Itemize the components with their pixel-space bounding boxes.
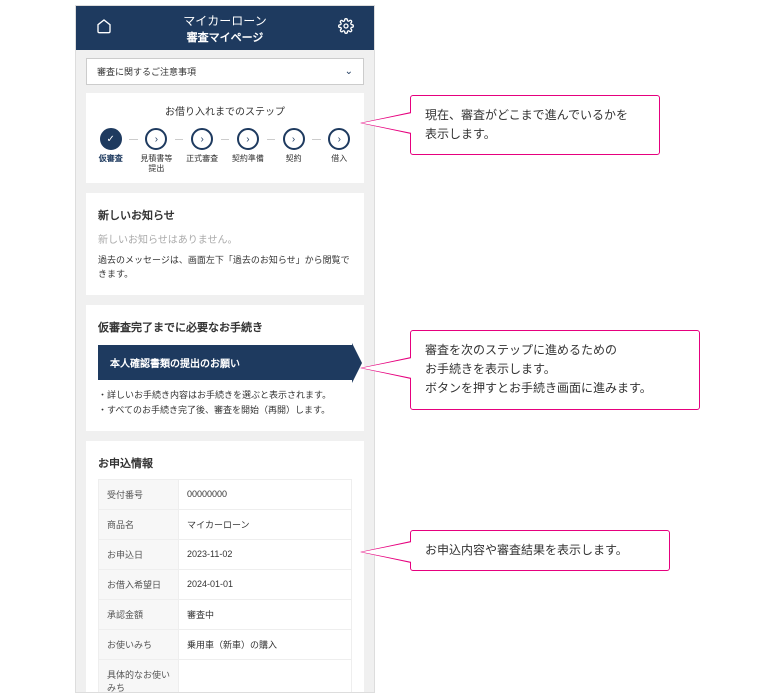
step-label: 借入 — [323, 154, 356, 164]
banner-label: 本人確認書類の提出のお願い — [110, 355, 240, 370]
row-value: 乗用車（新車）の購入 — [179, 629, 352, 659]
row-label: お借入希望日 — [99, 569, 179, 599]
notice-empty: 新しいお知らせはありません。 — [98, 231, 352, 246]
step-item: › 見積書等 提出 — [140, 128, 173, 173]
step-circle: › — [283, 128, 305, 150]
row-label: 具体的なお使いみち — [99, 659, 179, 693]
step-label: 契約 — [277, 154, 310, 164]
step-circle: › — [145, 128, 167, 150]
callout-text: 現在、審査がどこまで進んでいるかを 表示します。 — [425, 108, 628, 141]
step-item: › 契約準備 — [231, 128, 264, 164]
table-row: 具体的なお使いみち — [99, 659, 352, 693]
header-subtitle: 審査マイページ — [76, 29, 374, 45]
row-value — [179, 659, 352, 693]
step-circle: › — [328, 128, 350, 150]
app-info-table: 受付番号00000000商品名マイカーローンお申込日2023-11-02お借入希… — [98, 479, 352, 693]
step-item: › 正式審査 — [185, 128, 218, 164]
notice-past: 過去のメッセージは、画面左下「過去のお知らせ」から閲覧できます。 — [98, 254, 352, 281]
row-value: マイカーローン — [179, 509, 352, 539]
gear-icon[interactable] — [338, 18, 354, 37]
step-item: › 契約 — [277, 128, 310, 164]
step-circle: ✓ — [100, 128, 122, 150]
dropdown-label: 審査に関するご注意事項 — [97, 65, 196, 78]
required-card: 仮審査完了までに必要なお手続き 本人確認書類の提出のお願い ・詳しいお手続き内容… — [86, 305, 364, 431]
callout-text: お申込内容や審査結果を表示します。 — [425, 543, 628, 557]
chevron-down-icon: ⌄ — [345, 66, 353, 77]
step-circle: › — [237, 128, 259, 150]
required-bullets: ・詳しいお手続き内容はお手続きを選ぶと表示されます。・すべてのお手続き完了後、審… — [98, 388, 352, 417]
app-info-heading: お申込情報 — [98, 455, 352, 471]
table-row: お使いみち乗用車（新車）の購入 — [99, 629, 352, 659]
notice-dropdown[interactable]: 審査に関するご注意事項 ⌄ — [86, 58, 364, 85]
callout-text: 審査を次のステップに進めるための お手続きを表示します。 ボタンを押すとお手続き… — [425, 343, 652, 395]
phone-frame: マイカーローン 審査マイページ 審査に関するご注意事項 ⌄ お借り入れまでのステ… — [75, 5, 375, 693]
step-circle: › — [191, 128, 213, 150]
home-icon[interactable] — [96, 18, 112, 37]
app-header: マイカーローン 審査マイページ — [76, 6, 374, 50]
step-label: 正式審査 — [185, 154, 218, 164]
row-value: 審査中 — [179, 599, 352, 629]
required-heading: 仮審査完了までに必要なお手続き — [98, 319, 352, 335]
callout-steps: 現在、審査がどこまで進んでいるかを 表示します。 — [410, 95, 660, 155]
row-label: 受付番号 — [99, 479, 179, 509]
notice-heading: 新しいお知らせ — [98, 207, 352, 223]
row-value: 2023-11-02 — [179, 539, 352, 569]
row-value: 00000000 — [179, 479, 352, 509]
step-label: 契約準備 — [231, 154, 264, 164]
table-row: 受付番号00000000 — [99, 479, 352, 509]
steps-row: ✓ 仮審査 › 見積書等 提出 › 正式審査 › 契約準備 › 契約 › 借入 — [94, 128, 356, 173]
table-row: 商品名マイカーローン — [99, 509, 352, 539]
step-item: ✓ 仮審査 — [94, 128, 127, 164]
row-label: 承認金額 — [99, 599, 179, 629]
row-label: 商品名 — [99, 509, 179, 539]
app-info-card: お申込情報 受付番号00000000商品名マイカーローンお申込日2023-11-… — [86, 441, 364, 693]
callout-required: 審査を次のステップに進めるための お手続きを表示します。 ボタンを押すとお手続き… — [410, 330, 700, 410]
row-value: 2024-01-01 — [179, 569, 352, 599]
callout-appinfo: お申込内容や審査結果を表示します。 — [410, 530, 670, 571]
table-row: お申込日2023-11-02 — [99, 539, 352, 569]
row-label: お申込日 — [99, 539, 179, 569]
notice-card: 新しいお知らせ 新しいお知らせはありません。 過去のメッセージは、画面左下「過去… — [86, 193, 364, 295]
row-label: お使いみち — [99, 629, 179, 659]
steps-card: お借り入れまでのステップ ✓ 仮審査 › 見積書等 提出 › 正式審査 › 契約準備 › 契約 › 借… — [86, 93, 364, 183]
table-row: お借入希望日2024-01-01 — [99, 569, 352, 599]
submit-docs-button[interactable]: 本人確認書類の提出のお願い — [98, 345, 352, 380]
steps-title: お借り入れまでのステップ — [94, 103, 356, 118]
step-label: 見積書等 提出 — [140, 154, 173, 173]
table-row: 承認金額審査中 — [99, 599, 352, 629]
step-label: 仮審査 — [94, 154, 127, 164]
header-title: マイカーローン — [76, 12, 374, 29]
